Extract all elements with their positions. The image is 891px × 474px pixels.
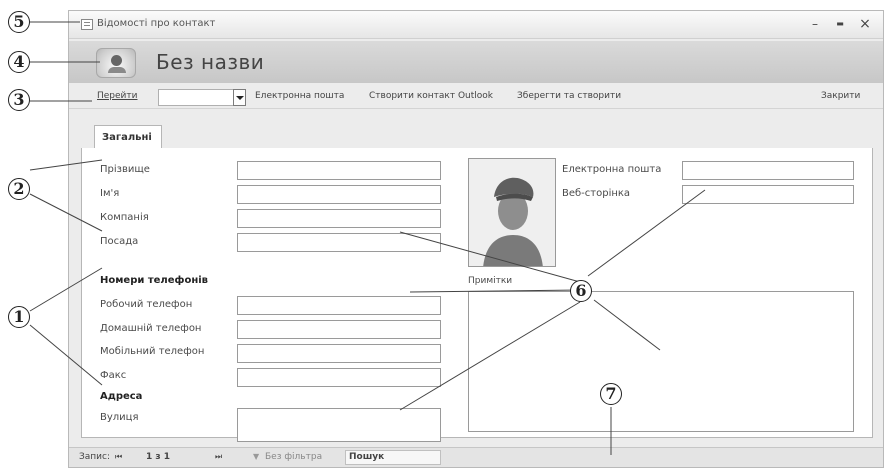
home-phone-label: Домашній телефон	[100, 323, 202, 334]
goto-label[interactable]: Перейти	[97, 91, 138, 101]
notes-label: Примітки	[468, 276, 513, 286]
form-header: Без назви	[69, 41, 883, 83]
phones-heading: Номери телефонів	[100, 275, 208, 286]
contact-card-icon	[96, 48, 136, 78]
email-field[interactable]	[682, 161, 854, 180]
email-label: Електронна пошта	[562, 164, 662, 175]
title-bar: Відомості про контакт – ▬ ×	[69, 11, 883, 39]
tab-general[interactable]: Загальні	[94, 125, 162, 149]
email-link[interactable]: Електронна пошта	[255, 91, 344, 101]
contact-name-title: Без назви	[156, 50, 265, 74]
fax-field[interactable]	[237, 368, 441, 387]
record-position[interactable]: 1 з 1	[146, 452, 170, 462]
home-phone-field[interactable]	[237, 320, 441, 339]
goto-combo[interactable]	[158, 89, 235, 106]
window-title: Відомості про контакт	[97, 18, 216, 29]
callout-1: 1	[8, 306, 30, 328]
street-field[interactable]	[237, 408, 441, 442]
maximize-button[interactable]: ▬	[831, 15, 849, 33]
general-tab-panel: Прізвище Ім'я Компанія Посада Номери тел…	[81, 148, 873, 442]
search-label: Пошук	[349, 452, 385, 462]
close-form-link[interactable]: Закрити	[821, 91, 860, 101]
callout-6: 6	[570, 280, 592, 302]
callout-5: 5	[8, 11, 30, 33]
street-label: Вулиця	[100, 412, 139, 423]
form-icon	[81, 19, 93, 30]
record-navigation-bar: Запис: ⏮ 1 з 1 ⏭ ▼ Без фільтра Пошук	[69, 447, 883, 467]
company-label: Компанія	[100, 212, 149, 223]
form-toolbar: Перейти Електронна пошта Створити контак…	[69, 87, 883, 109]
chevron-down-icon[interactable]	[233, 89, 246, 106]
last-record-icon[interactable]: ⏭	[215, 452, 222, 462]
fax-label: Факс	[100, 370, 127, 381]
callout-3: 3	[8, 89, 30, 111]
first-name-field[interactable]	[237, 185, 441, 204]
callout-4: 4	[8, 51, 30, 73]
callout-2: 2	[8, 178, 30, 200]
minimize-button[interactable]: –	[806, 15, 824, 33]
close-window-button[interactable]: ×	[856, 15, 874, 33]
address-heading: Адреса	[100, 391, 143, 402]
person-silhouette-icon	[469, 159, 555, 266]
last-name-field[interactable]	[237, 161, 441, 180]
contact-form-window: Відомості про контакт – ▬ × Без назви Пе…	[68, 10, 884, 468]
notes-field[interactable]	[468, 291, 854, 432]
mobile-phone-field[interactable]	[237, 344, 441, 363]
web-page-label: Веб-сторінка	[562, 188, 631, 199]
job-title-label: Посада	[100, 236, 139, 247]
filter-status[interactable]: Без фільтра	[265, 452, 322, 462]
callout-7: 7	[600, 383, 622, 405]
last-name-label: Прізвище	[100, 164, 150, 175]
mobile-phone-label: Мобільний телефон	[100, 346, 205, 357]
work-phone-label: Робочий телефон	[100, 299, 193, 310]
save-and-new-link[interactable]: Зберегти та створити	[517, 91, 621, 101]
company-field[interactable]	[237, 209, 441, 228]
first-name-label: Ім'я	[100, 188, 120, 199]
record-label: Запис:	[79, 452, 110, 462]
contact-photo[interactable]	[468, 158, 556, 267]
filter-icon: ▼	[253, 452, 260, 461]
create-outlook-contact-link[interactable]: Створити контакт Outlook	[369, 91, 493, 101]
job-title-field[interactable]	[237, 233, 441, 252]
web-page-field[interactable]	[682, 185, 854, 204]
first-record-icon[interactable]: ⏮	[115, 452, 122, 462]
work-phone-field[interactable]	[237, 296, 441, 315]
